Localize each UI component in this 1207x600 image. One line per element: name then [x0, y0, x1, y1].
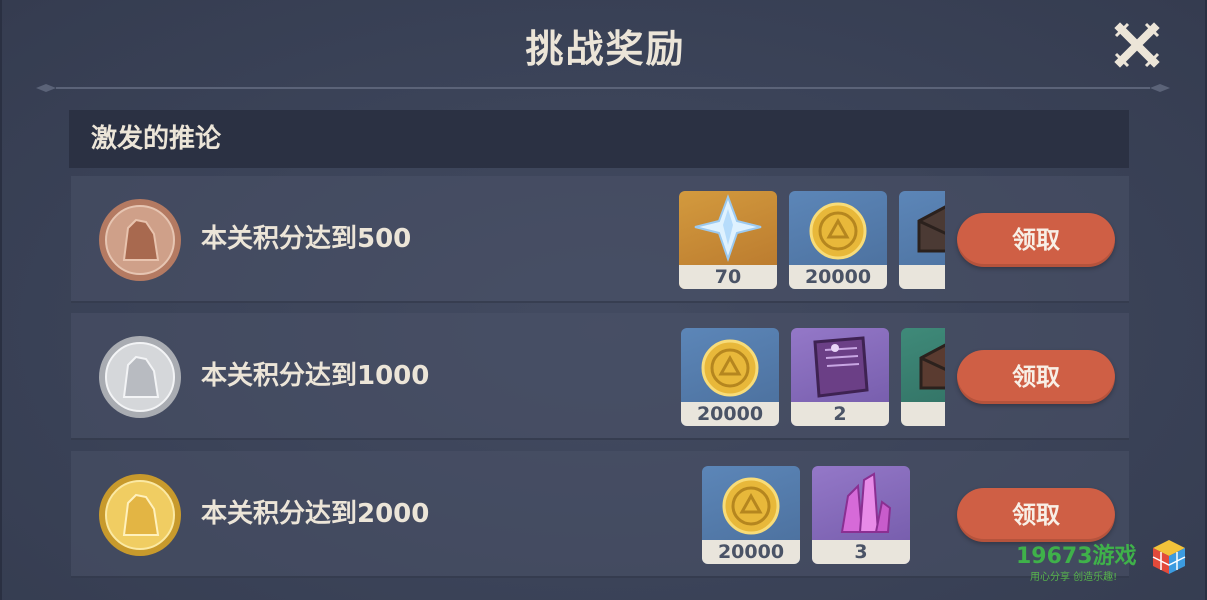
crystal-icon	[840, 472, 892, 533]
dialog-title: 挑战奖励	[525, 27, 686, 71]
ore-chest-icon	[919, 343, 945, 390]
item-count	[899, 265, 945, 289]
reward-items: 20000 2	[681, 328, 945, 428]
item-count: 2	[791, 402, 889, 426]
claim-button[interactable]: 领取	[957, 488, 1115, 542]
reward-item[interactable]: 3	[812, 466, 910, 564]
item-count: 70	[679, 265, 777, 289]
reward-item[interactable]: 2	[791, 328, 889, 426]
reward-item[interactable]: 20000	[702, 466, 800, 564]
mora-coin-icon	[809, 202, 867, 260]
silver-medal-icon	[99, 336, 181, 418]
watermark-text: 19673游戏	[1016, 544, 1137, 569]
row-label: 本关积分达到2000	[201, 499, 430, 529]
claim-button[interactable]: 领取	[957, 350, 1115, 404]
reward-item[interactable]: 70	[679, 191, 777, 289]
bronze-medal-icon	[99, 199, 181, 281]
row-label: 本关积分达到1000	[201, 361, 430, 391]
reward-row: 本关积分达到500 70 20000 领取	[71, 176, 1129, 303]
title-divider	[36, 84, 1170, 92]
close-button[interactable]	[1114, 22, 1160, 68]
watermark: 19673游戏 用心分享 创造乐趣!	[1016, 536, 1196, 596]
reward-item[interactable]: 20000	[681, 328, 779, 426]
item-count: 20000	[681, 402, 779, 426]
reward-row: 本关积分达到2000 20000 3 领取	[71, 451, 1129, 578]
item-count: 20000	[789, 265, 887, 289]
item-count: 20000	[702, 540, 800, 564]
reward-item[interactable]	[899, 191, 945, 289]
ore-chest-icon	[917, 205, 945, 253]
section-header: 激发的推论	[69, 110, 1129, 168]
item-count	[901, 402, 945, 426]
primogem-icon	[694, 194, 762, 263]
row-label: 本关积分达到500	[201, 224, 412, 254]
gold-medal-icon	[99, 474, 181, 556]
claim-button[interactable]: 领取	[957, 213, 1115, 267]
reward-item[interactable]	[901, 328, 945, 426]
reward-dialog: 挑战奖励 激发的推论 本关积分达到500 70 20000 领取 本关积分达到1…	[0, 0, 1207, 600]
watermark-subtext: 用心分享 创造乐趣!	[1030, 572, 1118, 583]
book-icon	[813, 336, 869, 398]
item-count: 3	[812, 540, 910, 564]
close-icon	[1114, 22, 1160, 68]
mora-coin-icon	[701, 339, 759, 397]
reward-items: 70 20000	[679, 191, 945, 291]
reward-item[interactable]: 20000	[789, 191, 887, 289]
reward-row: 本关积分达到1000 20000 2 领取	[71, 313, 1129, 440]
cube-logo-icon	[1152, 540, 1186, 574]
mora-coin-icon	[722, 477, 780, 535]
reward-items: 20000 3	[702, 466, 942, 566]
